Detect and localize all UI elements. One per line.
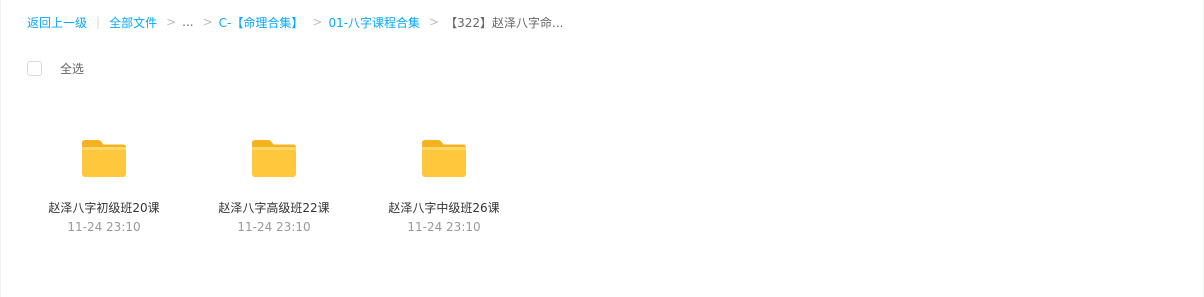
file-browser: 返回上一级 | 全部文件 > ... > C-【命理合集】 > 01-八字课程合…: [0, 0, 1204, 297]
breadcrumb-divider: |: [96, 15, 101, 29]
chevron-right-icon: >: [429, 15, 440, 29]
select-all[interactable]: 全选: [27, 59, 84, 77]
select-all-label: 全选: [60, 61, 85, 76]
folder-item[interactable]: 赵泽八字高级班22课 11-24 23:10: [218, 133, 330, 234]
back-button[interactable]: 返回上一级: [27, 14, 87, 31]
folder-time: 11-24 23:10: [407, 220, 481, 234]
folder-name[interactable]: 赵泽八字高级班22课: [218, 200, 330, 217]
checkbox-icon[interactable]: [27, 60, 42, 76]
breadcrumb: 返回上一级 | 全部文件 > ... > C-【命理合集】 > 01-八字课程合…: [27, 13, 563, 31]
folder-name[interactable]: 赵泽八字初级班20课: [48, 200, 160, 217]
breadcrumb-item-bazi[interactable]: 01-八字课程合集: [328, 14, 420, 31]
folder-icon: [252, 140, 296, 177]
breadcrumb-all-files[interactable]: 全部文件: [109, 14, 157, 31]
chevron-right-icon: >: [312, 15, 323, 29]
folder-grid: 赵泽八字初级班20课 11-24 23:10 赵泽八字高级班22课 11-24 …: [48, 133, 558, 234]
folder-item[interactable]: 赵泽八字初级班20课 11-24 23:10: [48, 133, 160, 234]
folder-icon: [422, 140, 466, 177]
chevron-right-icon: >: [202, 15, 213, 29]
folder-time: 11-24 23:10: [237, 220, 311, 234]
folder-item[interactable]: 赵泽八字中级班26课 11-24 23:10: [388, 133, 500, 234]
folder-name[interactable]: 赵泽八字中级班26课: [388, 200, 500, 217]
folder-time: 11-24 23:10: [67, 220, 141, 234]
breadcrumb-current: 【322】赵泽八字命...: [445, 15, 564, 30]
breadcrumb-item-mingli[interactable]: C-【命理合集】: [219, 14, 304, 31]
breadcrumb-ellipsis[interactable]: ...: [182, 15, 193, 29]
folder-icon: [82, 140, 126, 177]
chevron-right-icon: >: [166, 15, 177, 29]
